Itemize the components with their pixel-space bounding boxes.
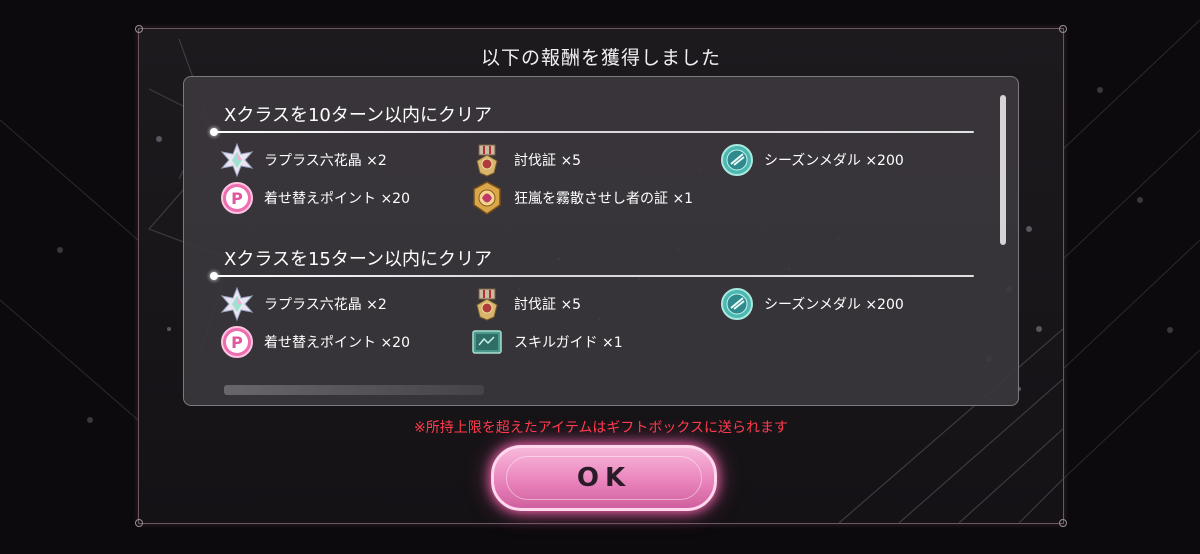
reward-item: P 着せ替えポイント ×20 <box>220 181 410 215</box>
section-title: Xクラスを10ターン以内にクリア <box>224 105 492 126</box>
medal-badge-icon <box>476 288 498 321</box>
corner-ornament <box>135 519 143 527</box>
reward-item: シーズンメダル ×200 <box>720 143 904 177</box>
reward-item: P 着せ替えポイント ×20 <box>220 325 410 359</box>
reward-dialog: 以下の報酬を獲得しました Xクラスを10ターン以内にクリア ラプラス六花晶 ×2 <box>135 25 1067 527</box>
divider-dot <box>210 272 218 280</box>
dialog-title: 以下の報酬を獲得しました <box>480 47 721 69</box>
scrollbar[interactable] <box>1000 95 1006 395</box>
svg-text:P: P <box>231 189 243 208</box>
reward-label: 狂嵐を霧散させし者の証 ×1 <box>514 191 694 207</box>
pink-p-coin-icon: P <box>221 326 253 358</box>
section-title: Xクラスを15ターン以内にクリア <box>224 249 492 270</box>
reward-label: シーズンメダル ×200 <box>764 297 904 313</box>
ok-button-label: OK <box>576 463 632 493</box>
reward-label: スキルガイド ×1 <box>514 335 623 351</box>
pink-p-coin-icon: P <box>221 182 253 214</box>
divider-dot <box>210 128 218 136</box>
scrollbar-thumb[interactable] <box>1000 95 1006 245</box>
ok-button[interactable]: OK <box>491 445 717 511</box>
section-divider <box>214 131 974 133</box>
skill-guide-scroll-icon <box>472 330 502 354</box>
reward-item: 討伐証 ×5 <box>470 287 581 321</box>
reward-item: 狂嵐を霧散させし者の証 ×1 <box>470 181 693 215</box>
reward-label: 着せ替えポイント ×20 <box>264 191 410 207</box>
reward-label: ラプラス六花晶 ×2 <box>264 153 387 169</box>
gold-emblem-icon <box>473 181 501 215</box>
corner-ornament <box>135 25 143 33</box>
reward-label: 討伐証 ×5 <box>514 153 582 169</box>
section-divider <box>214 275 974 277</box>
next-section-title-partial <box>224 385 484 395</box>
reward-list-panel[interactable]: Xクラスを10ターン以内にクリア ラプラス六花晶 ×2 討伐証 ×5 シーズンメ… <box>183 76 1019 406</box>
season-medal-icon <box>721 288 753 320</box>
reward-item: ラプラス六花晶 ×2 <box>220 287 387 321</box>
reward-item: 討伐証 ×5 <box>470 143 581 177</box>
reward-label: 討伐証 ×5 <box>514 297 582 313</box>
corner-ornament <box>1059 25 1067 33</box>
medal-badge-icon <box>476 144 498 177</box>
corner-ornament <box>1059 519 1067 527</box>
crystal-star-icon <box>220 287 254 321</box>
reward-label: 着せ替えポイント ×20 <box>264 335 410 351</box>
season-medal-icon <box>721 144 753 176</box>
crystal-star-icon <box>220 143 254 177</box>
reward-item: ラプラス六花晶 ×2 <box>220 143 387 177</box>
reward-item: スキルガイド ×1 <box>470 325 623 359</box>
gift-box-notice: ※所持上限を超えたアイテムはギフトボックスに送られます <box>414 420 788 436</box>
svg-text:P: P <box>231 333 243 352</box>
reward-label: ラプラス六花晶 ×2 <box>264 297 387 313</box>
reward-item: シーズンメダル ×200 <box>720 287 904 321</box>
reward-label: シーズンメダル ×200 <box>764 153 904 169</box>
